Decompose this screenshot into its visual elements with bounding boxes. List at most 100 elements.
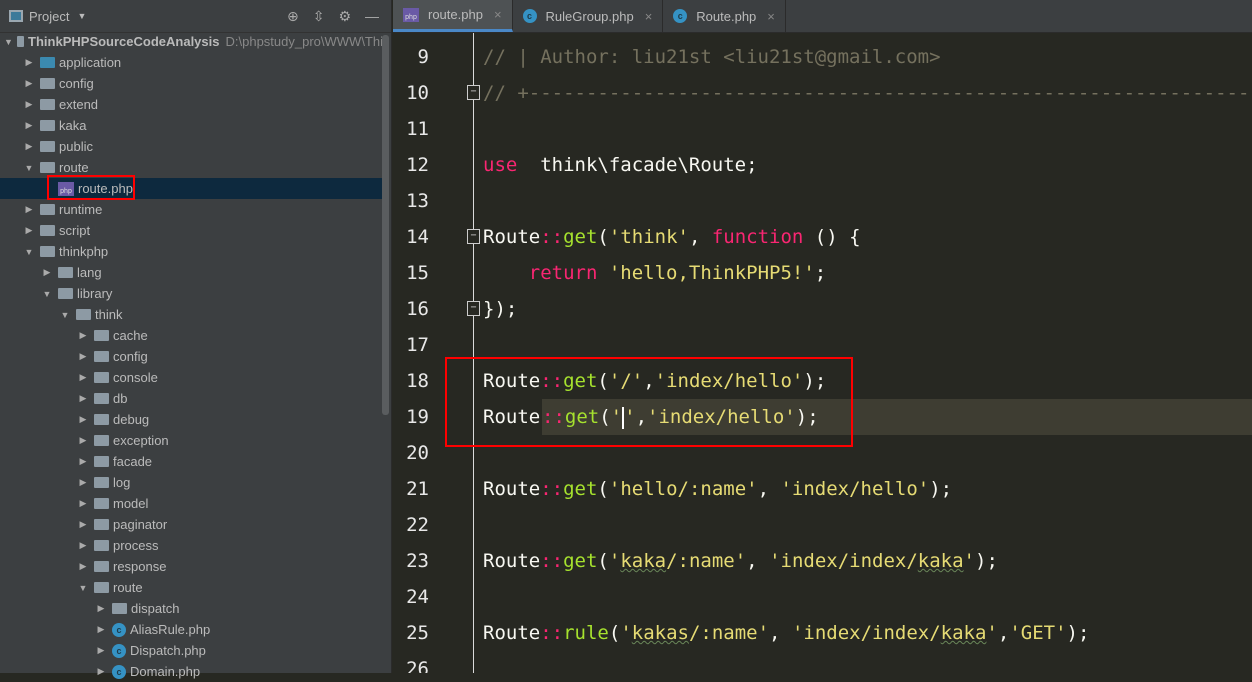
tree-item[interactable]: ▶ lang: [0, 262, 383, 283]
collapsed-arrow-icon[interactable]: ▶: [76, 330, 90, 341]
tab-route-php[interactable]: c Route.php ×: [663, 0, 786, 32]
folder-icon: [94, 582, 109, 593]
dropdown-icon[interactable]: ▼: [77, 11, 86, 21]
tree-item[interactable]: ▶ cache: [0, 325, 383, 346]
tree-item[interactable]: ▶ config: [0, 73, 383, 94]
collapsed-arrow-icon[interactable]: ▶: [22, 78, 36, 89]
code-editor[interactable]: 9 // | Author: liu21st <liu21st@gmail.com…: [393, 33, 1252, 673]
collapsed-arrow-icon[interactable]: ▶: [94, 666, 108, 677]
collapsed-arrow-icon[interactable]: ▶: [76, 393, 90, 404]
tree-item[interactable]: ▶ extend: [0, 94, 383, 115]
line-number: 16: [406, 298, 429, 320]
fold-marker-icon[interactable]: −: [467, 85, 480, 100]
tree-item[interactable]: ▼ route: [0, 577, 383, 598]
tree-item[interactable]: ▼ think: [0, 304, 383, 325]
fold-marker-icon[interactable]: −: [467, 229, 480, 244]
expanded-arrow-icon[interactable]: ▼: [58, 310, 72, 320]
code-line: 23 Route::get('kaka/:name', 'index/index/…: [393, 543, 1252, 579]
expanded-arrow-icon[interactable]: ▼: [40, 289, 54, 299]
expanded-arrow-icon[interactable]: ▼: [22, 247, 36, 257]
collapsed-arrow-icon[interactable]: ▶: [94, 645, 108, 656]
code-line: 22: [393, 507, 1252, 543]
tree-item[interactable]: ▼ library: [0, 283, 383, 304]
collapsed-arrow-icon[interactable]: ▶: [76, 540, 90, 551]
gear-icon[interactable]: ⚙: [338, 8, 351, 25]
tab-label: RuleGroup.php: [545, 8, 634, 24]
code-token: ;: [814, 262, 827, 284]
tree-item[interactable]: ▶ response: [0, 556, 383, 577]
tree-item[interactable]: ▶ script: [0, 220, 383, 241]
expanded-arrow-icon[interactable]: ▼: [22, 163, 36, 173]
tree-item[interactable]: ▶ dispatch: [0, 598, 383, 619]
collapsed-arrow-icon[interactable]: ▶: [76, 372, 90, 383]
code-token: (: [597, 550, 609, 572]
close-icon[interactable]: ×: [494, 7, 502, 22]
tree-item[interactable]: ▶ kaka: [0, 115, 383, 136]
code-token: ': [620, 622, 632, 644]
code-token: ,: [688, 226, 712, 248]
collapsed-arrow-icon[interactable]: ▶: [22, 204, 36, 215]
collapse-all-icon[interactable]: ⇳: [313, 8, 325, 25]
tree-item[interactable]: ▶ c AliasRule.php: [0, 619, 383, 640]
tree-item[interactable]: ▶ process: [0, 535, 383, 556]
collapsed-arrow-icon[interactable]: ▶: [76, 519, 90, 530]
tree-item[interactable]: ▶ paginator: [0, 514, 383, 535]
folder-icon: [94, 372, 109, 383]
collapsed-arrow-icon[interactable]: ▶: [22, 120, 36, 131]
expanded-arrow-icon[interactable]: ▼: [4, 37, 13, 47]
tree-item[interactable]: ▶ c Domain.php: [0, 661, 383, 682]
close-icon[interactable]: ×: [645, 9, 653, 24]
tree-item[interactable]: ▶ facade: [0, 451, 383, 472]
tree-item[interactable]: ▶ log: [0, 472, 383, 493]
collapsed-arrow-icon[interactable]: ▶: [76, 414, 90, 425]
tree-item-label: config: [113, 349, 148, 364]
close-icon[interactable]: ×: [767, 9, 775, 24]
collapsed-arrow-icon[interactable]: ▶: [22, 99, 36, 110]
collapsed-arrow-icon[interactable]: ▶: [22, 225, 36, 236]
line-number: 12: [406, 154, 429, 176]
tree-item[interactable]: ▶ debug: [0, 409, 383, 430]
tree-item[interactable]: ▶ exception: [0, 430, 383, 451]
code-token: get: [563, 478, 598, 500]
tab-rulegroup-php[interactable]: c RuleGroup.php ×: [513, 0, 664, 32]
code-text: });: [483, 291, 517, 327]
collapsed-arrow-icon[interactable]: ▶: [76, 456, 90, 467]
tree-item[interactable]: ▶ db: [0, 388, 383, 409]
tree-item[interactable]: ▼ ThinkPHPSourceCodeAnalysis D:\phpstudy_p…: [0, 31, 383, 52]
collapsed-arrow-icon[interactable]: ▶: [22, 141, 36, 152]
highlight-box: [445, 357, 853, 447]
collapsed-arrow-icon[interactable]: ▶: [22, 57, 36, 68]
collapsed-arrow-icon[interactable]: ▶: [94, 624, 108, 635]
locate-icon[interactable]: ⊕: [287, 8, 299, 25]
tab-route-php[interactable]: php route.php ×: [393, 0, 513, 32]
fold-marker-icon[interactable]: −: [467, 301, 480, 316]
tree-item[interactable]: ▶ model: [0, 493, 383, 514]
collapsed-arrow-icon[interactable]: ▶: [76, 435, 90, 446]
tree-item[interactable]: ▶ runtime: [0, 199, 383, 220]
tree-item-label: public: [59, 139, 93, 154]
collapsed-arrow-icon[interactable]: ▶: [94, 603, 108, 614]
tree-item[interactable]: ▶ c Dispatch.php: [0, 640, 383, 661]
code-token: ,: [769, 622, 792, 644]
sidebar-scrollbar[interactable]: [382, 35, 389, 415]
collapsed-arrow-icon[interactable]: ▶: [76, 498, 90, 509]
collapsed-arrow-icon[interactable]: ▶: [76, 351, 90, 362]
tree-item[interactable]: ▼ thinkphp: [0, 241, 383, 262]
collapsed-arrow-icon[interactable]: ▶: [40, 267, 54, 278]
collapsed-arrow-icon[interactable]: ▶: [76, 561, 90, 572]
code-line: 16 −});: [393, 291, 1252, 327]
expanded-arrow-icon[interactable]: ▼: [76, 583, 90, 593]
tree-item[interactable]: ▶ console: [0, 367, 383, 388]
code-token: use: [483, 154, 518, 176]
code-token: get: [563, 226, 598, 248]
code-token: kaka: [620, 550, 667, 572]
tree-item[interactable]: ▶ public: [0, 136, 383, 157]
project-title[interactable]: Project: [29, 9, 69, 24]
hide-icon[interactable]: —: [365, 8, 379, 25]
folder-icon: [58, 267, 73, 278]
code-token: ,: [746, 550, 770, 572]
collapsed-arrow-icon[interactable]: ▶: [76, 477, 90, 488]
tree-item[interactable]: ▶ config: [0, 346, 383, 367]
code-line: 12 use think\facade\Route;: [393, 147, 1252, 183]
tree-item[interactable]: ▶ application: [0, 52, 383, 73]
